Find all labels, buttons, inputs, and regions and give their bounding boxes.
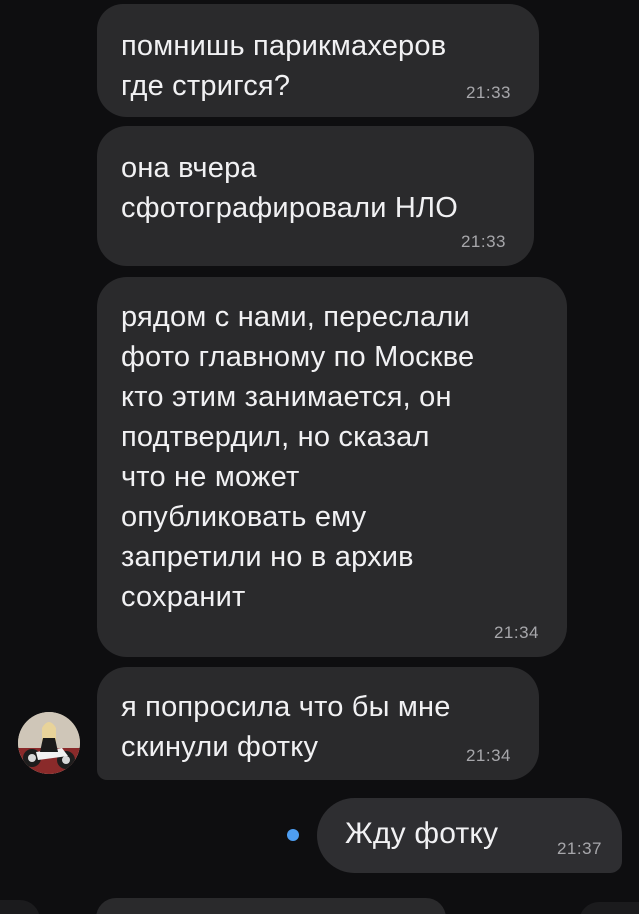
bottom-bar-right-button[interactable]: [579, 902, 639, 914]
message-time: 21:34: [465, 746, 511, 765]
incoming-message[interactable]: рядом с нами, переслали фото главному по…: [97, 277, 567, 657]
message-text: помнишь парикмахеров где стригся?: [121, 30, 447, 102]
incoming-message[interactable]: она вчера сфотографировали НЛО 21:33: [97, 126, 534, 266]
message-text: Жду фотку: [345, 817, 499, 850]
message-time: 21:33: [460, 232, 506, 251]
message-text: я попросила что бы мне скинули фотку: [121, 691, 451, 763]
incoming-message[interactable]: помнишь парикмахеров где стригся? 21:33: [97, 4, 539, 117]
message-input[interactable]: [96, 898, 446, 914]
message-time: 21:33: [465, 83, 511, 102]
chat-view: помнишь парикмахеров где стригся? 21:33 …: [0, 0, 639, 914]
unread-indicator: [287, 829, 299, 841]
user-avatar-icon: [18, 712, 80, 774]
outgoing-message[interactable]: Жду фотку 21:37: [317, 798, 622, 873]
message-text: рядом с нами, переслали фото главному по…: [121, 301, 475, 613]
incoming-message[interactable]: я попросила что бы мне скинули фотку 21:…: [97, 667, 539, 780]
message-time: 21:34: [493, 623, 539, 642]
bottom-bar-left-button[interactable]: [0, 900, 40, 914]
sender-avatar[interactable]: [18, 712, 80, 774]
message-time: 21:37: [556, 839, 602, 858]
message-text: она вчера сфотографировали НЛО: [121, 152, 459, 224]
